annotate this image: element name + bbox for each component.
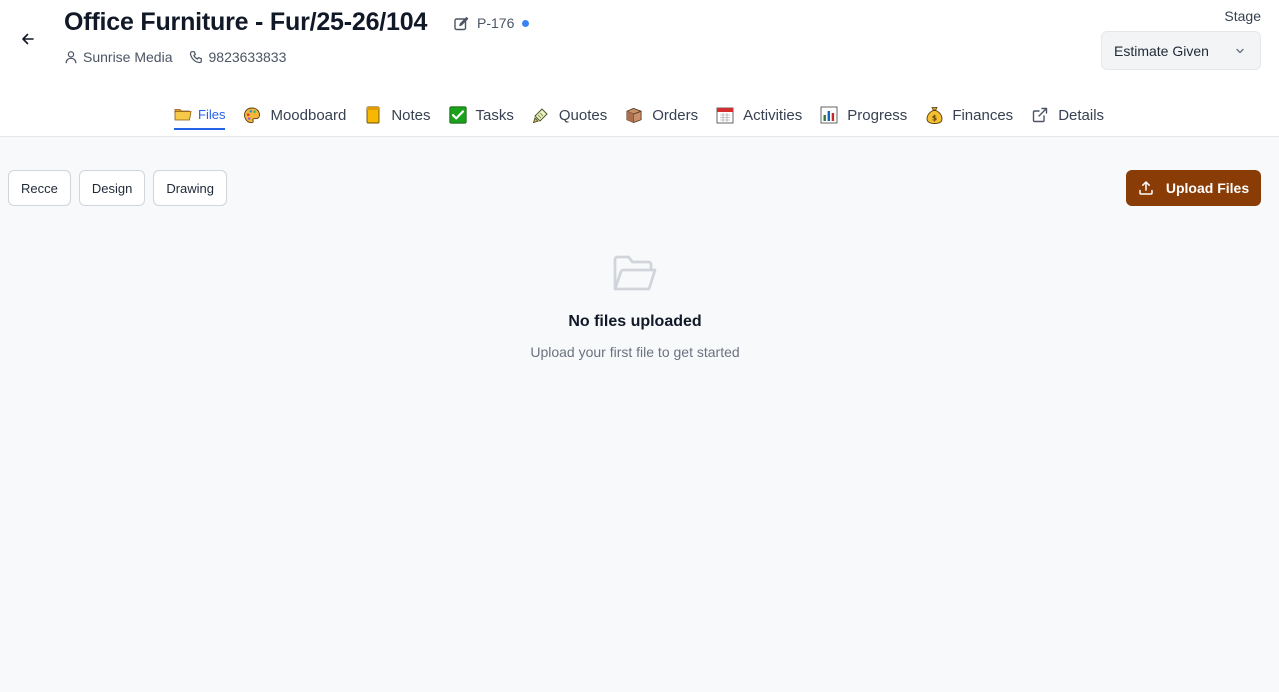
tab-quotes[interactable]: Quotes bbox=[532, 99, 607, 130]
project-header: Office Furniture - Fur/25-26/104 P-176 S… bbox=[0, 0, 1279, 137]
client-info: Sunrise Media bbox=[64, 49, 173, 65]
status-dot bbox=[522, 20, 529, 27]
phone-info: 9823633833 bbox=[189, 49, 287, 65]
phone-number: 9823633833 bbox=[208, 49, 287, 65]
upload-icon bbox=[1139, 181, 1153, 195]
empty-state: No files uploaded Upload your first file… bbox=[0, 250, 1270, 360]
tab-notes-label: Notes bbox=[391, 106, 431, 124]
back-button[interactable] bbox=[16, 27, 40, 51]
bar-chart-icon bbox=[820, 106, 838, 124]
tab-orders-label: Orders bbox=[652, 106, 699, 124]
filter-recce-button[interactable]: Recce bbox=[8, 170, 71, 206]
tab-notes[interactable]: Notes bbox=[364, 99, 431, 130]
client-name: Sunrise Media bbox=[83, 49, 173, 65]
empty-state-subtitle: Upload your first file to get started bbox=[530, 344, 740, 360]
upload-files-button[interactable]: Upload Files bbox=[1126, 170, 1261, 206]
stage-select[interactable]: Estimate Given bbox=[1101, 31, 1261, 70]
file-category-filters: Recce Design Drawing bbox=[8, 170, 228, 206]
palette-icon bbox=[243, 106, 261, 124]
chevron-down-icon bbox=[1236, 48, 1244, 53]
stage-label: Stage bbox=[1224, 8, 1261, 24]
filter-design-button[interactable]: Design bbox=[78, 170, 146, 206]
page-title: Office Furniture - Fur/25-26/104 bbox=[64, 8, 428, 36]
tab-finances[interactable]: $ Finances bbox=[925, 99, 1013, 130]
project-tabs: Files Moodboard Notes Tasks Quotes Order… bbox=[174, 99, 1122, 131]
pencil-paper-icon bbox=[532, 106, 550, 124]
tab-files-label: Files bbox=[198, 106, 226, 122]
stage-selected-value: Estimate Given bbox=[1114, 42, 1209, 59]
tab-activities[interactable]: Activities bbox=[716, 99, 802, 130]
tab-details[interactable]: Details bbox=[1031, 99, 1104, 130]
folder-icon bbox=[174, 105, 192, 123]
project-meta: Sunrise Media 9823633833 bbox=[64, 49, 302, 65]
empty-state-title: No files uploaded bbox=[568, 313, 702, 330]
user-icon bbox=[65, 51, 77, 64]
package-icon bbox=[625, 106, 643, 124]
filter-drawing-button[interactable]: Drawing bbox=[153, 170, 228, 206]
svg-text:$: $ bbox=[932, 113, 937, 122]
tab-details-label: Details bbox=[1058, 106, 1105, 124]
tab-tasks[interactable]: Tasks bbox=[448, 99, 514, 130]
folder-open-icon bbox=[613, 255, 657, 291]
arrow-left-icon bbox=[22, 33, 34, 45]
tab-moodboard[interactable]: Moodboard bbox=[243, 99, 346, 130]
checkbox-icon bbox=[448, 106, 467, 124]
edit-icon[interactable] bbox=[453, 16, 469, 32]
money-bag-icon: $ bbox=[925, 106, 943, 124]
phone-icon bbox=[189, 50, 202, 63]
tab-quotes-label: Quotes bbox=[558, 106, 608, 124]
tab-finances-label: Finances bbox=[952, 106, 1014, 124]
note-icon bbox=[364, 106, 382, 124]
tab-activities-label: Activities bbox=[743, 106, 803, 124]
external-link-icon bbox=[1031, 106, 1049, 124]
tab-progress-label: Progress bbox=[847, 106, 908, 124]
calendar-icon bbox=[716, 106, 734, 124]
upload-files-label: Upload Files bbox=[1165, 180, 1250, 196]
tab-tasks-label: Tasks bbox=[475, 106, 514, 124]
project-code: P-176 bbox=[477, 15, 515, 31]
tab-moodboard-label: Moodboard bbox=[270, 106, 347, 124]
tab-files[interactable]: Files bbox=[174, 99, 226, 130]
tab-orders[interactable]: Orders bbox=[625, 99, 698, 130]
tab-progress[interactable]: Progress bbox=[820, 99, 907, 130]
